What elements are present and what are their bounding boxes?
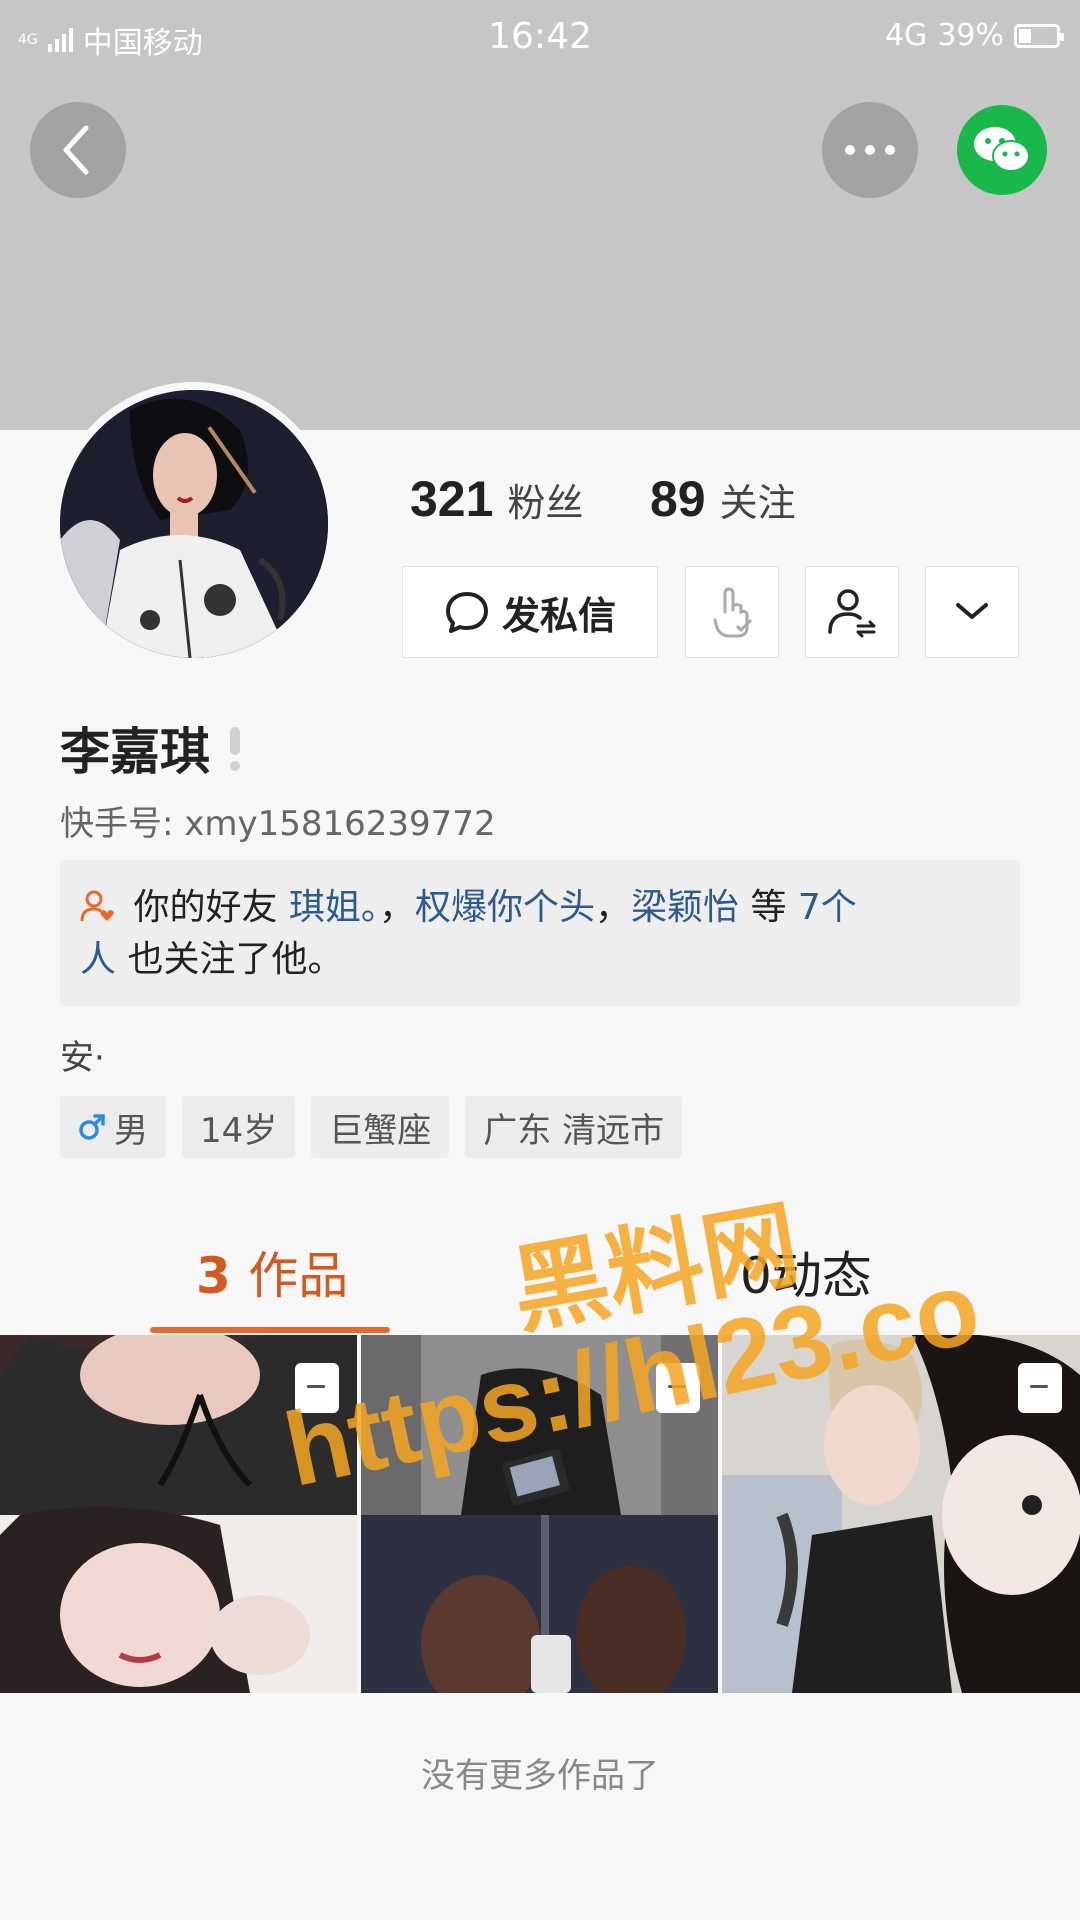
mutual-friends-box[interactable]: 你的好友 琪姐。，权爆你个头，梁颖怡 等 7个 人 也关注了他。 xyxy=(60,860,1020,1006)
gender-label: 男 xyxy=(114,1110,148,1151)
avatar[interactable] xyxy=(60,390,328,658)
mutual-line-2: 人 也关注了他。 xyxy=(80,934,1000,986)
no-more-works: 没有更多作品了 xyxy=(421,1756,659,1796)
mutual-prefix: 你的好友 xyxy=(133,887,278,928)
avatar-illustration xyxy=(60,390,328,658)
battery-percent: 39% xyxy=(937,18,1004,53)
more-dots-icon xyxy=(845,145,895,155)
mutual-friend-link[interactable]: 梁颖怡 xyxy=(631,887,739,928)
works-label: 作品 xyxy=(248,1247,349,1305)
poke-button[interactable] xyxy=(685,566,779,658)
send-message-button[interactable]: 发私信 xyxy=(402,566,658,658)
back-button[interactable] xyxy=(30,102,126,198)
following-count: 89 xyxy=(650,471,706,527)
send-message-label: 发私信 xyxy=(501,593,616,638)
profile-name: 李嘉琪 xyxy=(60,723,210,781)
works-count: 3 xyxy=(196,1247,231,1305)
mutual-friend-link[interactable]: 琪姐。 xyxy=(289,887,379,928)
male-icon xyxy=(79,1114,105,1140)
kwai-id: 快手号: xmy15816239772 xyxy=(60,804,496,844)
chevron-left-icon xyxy=(63,125,89,175)
followers-stat[interactable]: 321 粉丝 xyxy=(410,470,583,528)
user-switch-icon xyxy=(828,589,876,638)
age-tag: 14岁 xyxy=(182,1096,296,1158)
expand-button[interactable] xyxy=(925,566,1019,658)
profile-tags: 男 14岁 巨蟹座 广东 清远市 xyxy=(60,1096,683,1158)
mutual-friend-link[interactable]: 权爆你个头 xyxy=(415,887,595,928)
followers-count: 321 xyxy=(410,471,494,527)
mutual-line-1: 你的好友 琪姐。，权爆你个头，梁颖怡 等 7个 xyxy=(80,882,1000,934)
location-tag: 广东 清远市 xyxy=(465,1096,683,1158)
zodiac-tag: 巨蟹座 xyxy=(311,1096,450,1158)
following-stat[interactable]: 89 关注 xyxy=(650,470,796,528)
chat-bubble-icon xyxy=(445,592,488,633)
chevron-down-icon xyxy=(956,603,988,619)
wechat-icon xyxy=(974,127,1030,172)
mutual-middle: 等 xyxy=(739,887,798,928)
mutual-suffix: 也关注了他。 xyxy=(116,939,344,980)
wechat-share-button[interactable] xyxy=(957,105,1047,195)
mutual-count-link[interactable]: 7个 xyxy=(798,887,857,928)
tab-works[interactable]: 3 作品 xyxy=(196,1236,348,1308)
battery-icon xyxy=(1014,23,1064,48)
gender-tag: 男 xyxy=(60,1096,166,1158)
tab-active-indicator xyxy=(150,1327,390,1333)
mutual-friends-icon xyxy=(80,890,114,922)
status-bar: 4G 中国移动 16:42 4G 39% xyxy=(0,0,1080,76)
more-button[interactable] xyxy=(822,102,918,198)
profile-name-row: 李嘉琪 xyxy=(60,712,242,784)
warning-icon xyxy=(228,725,242,771)
following-label: 关注 xyxy=(719,481,796,525)
network-type: 4G xyxy=(884,18,928,53)
follow-switch-button[interactable] xyxy=(805,566,899,658)
profile-bio: 安· xyxy=(60,1038,105,1078)
finger-tap-icon xyxy=(713,587,753,638)
mutual-separator: ， xyxy=(378,887,415,928)
followers-label: 粉丝 xyxy=(507,481,584,525)
status-right: 4G 39% xyxy=(884,18,1064,53)
video-icon xyxy=(1018,1363,1062,1413)
mutual-separator: ， xyxy=(594,887,631,928)
mutual-count-link-end[interactable]: 人 xyxy=(80,939,116,980)
